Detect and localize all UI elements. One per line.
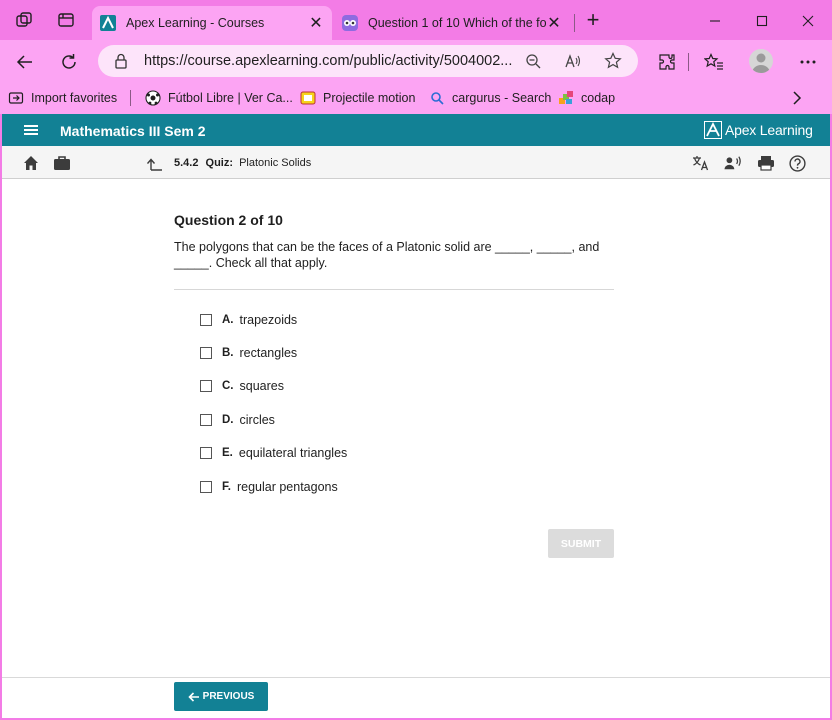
choice-text: squares [239,379,284,393]
choice-letter: A. [222,314,234,326]
fav-label: cargurus - Search [452,91,552,105]
previous-label: PREVIOUS [202,691,255,702]
codap-icon [558,90,574,106]
new-tab-icon[interactable]: + [582,9,604,32]
fav-import-favorites[interactable]: Import favorites [8,89,117,107]
read-aloud-icon[interactable] [564,52,582,70]
fav-label: Import favorites [31,91,118,105]
back-icon[interactable] [14,51,36,73]
question-prompt: The polygons that can be the faces of a … [174,240,600,270]
up-arrow-icon[interactable] [146,155,164,173]
apex-favicon-icon [100,15,116,31]
choice-checkbox[interactable] [200,380,212,392]
choice-checkbox[interactable] [200,414,212,426]
choice-a[interactable]: A. trapezoids [200,311,297,329]
toolbar-separator [688,53,689,71]
url-text[interactable]: https://course.apexlearning.com/public/a… [144,53,514,69]
breadcrumb-type: Quiz: [205,157,234,169]
fav-futbol-libre[interactable]: Fútbol Libre | Ver Ca... [145,89,293,107]
print-icon[interactable] [757,154,775,172]
question-divider [174,289,614,290]
choice-letter: F. [222,481,231,493]
choice-e[interactable]: E. equilateral triangles [200,444,347,462]
translate-icon[interactable] [692,154,710,172]
phet-icon [300,90,316,106]
choice-b[interactable]: B. rectangles [200,344,297,362]
choice-text: regular pentagons [236,480,338,494]
choice-letter: D. [222,414,234,426]
apex-logo: Apex Learning [704,120,813,140]
window-close-icon[interactable] [795,8,821,34]
question-heading: Question 2 of 10 [174,212,283,228]
tab-separator [574,14,575,32]
favorites-separator [130,90,131,106]
extensions-icon[interactable] [656,51,678,73]
submit-button[interactable]: SUBMIT [548,529,614,558]
address-row: https://course.apexlearning.com/public/a… [0,40,832,82]
choice-d[interactable]: D. circles [200,411,275,429]
choice-checkbox[interactable] [200,347,212,359]
refresh-icon[interactable] [58,51,80,73]
minimize-icon[interactable] [702,8,728,34]
soccer-ball-icon [145,90,161,106]
fav-label: codap [581,91,616,105]
arrow-left-icon [188,691,200,702]
settings-more-icon[interactable] [797,51,819,73]
choice-text: trapezoids [239,313,298,327]
zoom-out-icon[interactable] [524,52,542,70]
read-aloud-speaker-icon[interactable] [724,154,742,172]
choice-letter: C. [222,380,234,392]
choice-checkbox[interactable] [200,314,212,326]
close-tab-icon[interactable]: ✕ [308,15,324,32]
import-favorites-icon [8,90,24,106]
tab-question[interactable]: Question 1 of 10 Which of the foll ✕ [334,6,570,40]
briefcase-icon[interactable] [53,154,71,172]
choice-checkbox[interactable] [200,481,212,493]
activity-toolbar: 5.4.2 Quiz: Platonic Solids [2,146,830,179]
apex-logo-icon [704,121,722,139]
fav-projectile-motion[interactable]: Projectile motion [300,89,415,107]
home-icon[interactable] [22,154,40,172]
menu-icon[interactable] [24,125,38,135]
fav-codap[interactable]: codap [558,89,615,107]
breadcrumb: 5.4.2 Quiz: Platonic Solids [174,157,311,169]
choice-f[interactable]: F. regular pentagons [200,478,338,496]
course-title: Mathematics III Sem 2 [60,123,206,139]
footer-divider [2,677,830,678]
choice-letter: B. [222,347,234,359]
search-icon [429,90,445,106]
favorites-icon[interactable] [703,51,725,73]
breadcrumb-title: Platonic Solids [239,157,312,169]
owl-favicon-icon [342,15,358,31]
profile-avatar-icon[interactable] [749,49,773,73]
workspaces-icon[interactable] [14,10,34,30]
chevron-right-icon[interactable] [786,87,808,109]
close-tab-icon[interactable]: ✕ [546,15,562,32]
choice-letter: E. [222,447,233,459]
lock-icon[interactable] [114,53,128,74]
favorites-bar: Import favorites Fútbol Libre | Ver Ca..… [0,82,832,114]
fav-label: Fútbol Libre | Ver Ca... [168,91,293,105]
choice-text: circles [239,413,275,427]
tab-actions-icon[interactable] [56,10,76,30]
tab-bar: Apex Learning - Courses ✕ Question 1 of … [0,0,832,40]
help-icon[interactable] [788,154,806,172]
choice-text: equilateral triangles [238,446,348,460]
apex-header: Mathematics III Sem 2 Apex Learning [2,114,830,146]
tab-title: Apex Learning - Courses [126,16,265,30]
choice-checkbox[interactable] [200,447,212,459]
previous-button[interactable]: PREVIOUS [174,682,268,711]
fav-cargurus-search[interactable]: cargurus - Search [429,89,551,107]
favorite-star-icon[interactable] [604,52,622,70]
maximize-icon[interactable] [749,8,775,34]
apex-logo-text: Apex Learning [725,122,813,138]
tab-apex-courses[interactable]: Apex Learning - Courses ✕ [92,6,332,40]
tab-title: Question 1 of 10 Which of the foll [368,16,546,30]
address-bar[interactable]: https://course.apexlearning.com/public/a… [98,45,638,77]
breadcrumb-number: 5.4.2 [174,157,199,169]
fav-label: Projectile motion [323,91,416,105]
choice-text: rectangles [239,346,298,360]
choice-c[interactable]: C. squares [200,377,284,395]
page-content: Mathematics III Sem 2 Apex Learning 5.4.… [2,114,830,718]
